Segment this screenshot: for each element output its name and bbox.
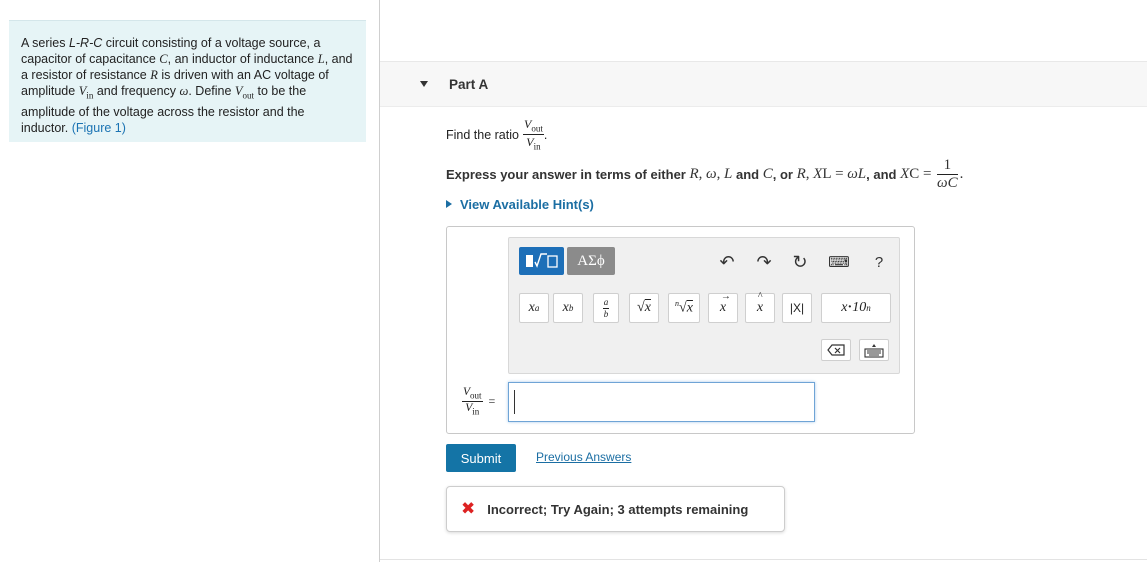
submit-button[interactable]: Submit xyxy=(446,444,516,472)
greek-symbols-button[interactable]: ΑΣϕ xyxy=(567,247,615,275)
view-hints-link[interactable]: View Available Hint(s) xyxy=(446,197,594,212)
figure-link[interactable]: (Figure 1) xyxy=(72,121,126,135)
undo-icon[interactable]: ↶ xyxy=(717,252,737,272)
symbol-r: R xyxy=(150,68,158,82)
symbol-xl: X xyxy=(813,166,823,182)
comma: , xyxy=(805,166,810,182)
question-prompt: Find the ratio Vout Vin . xyxy=(446,118,547,152)
numerator: 1 xyxy=(937,158,958,175)
backspace-icon xyxy=(827,344,845,356)
comma: , xyxy=(716,166,721,182)
subscript-out: out xyxy=(470,390,482,401)
comma: , xyxy=(698,166,703,182)
redo-icon[interactable]: ↷ xyxy=(754,252,774,272)
templates-button[interactable] xyxy=(519,247,564,275)
subscript-l: L xyxy=(822,166,832,182)
unit-vector-button[interactable]: x ^ xyxy=(745,291,775,323)
intro-text: A series xyxy=(21,36,69,50)
period: . xyxy=(543,127,548,142)
vector-button[interactable]: x → xyxy=(708,291,738,323)
keyboard-shortcuts-icon[interactable]: ⌨ xyxy=(828,252,850,272)
period: . xyxy=(959,166,964,182)
symbol-omega: ω xyxy=(706,166,717,182)
instruction-text: and xyxy=(735,167,760,182)
part-title: Part A xyxy=(449,77,489,92)
hints-label: View Available Hint(s) xyxy=(460,197,594,212)
answer-box: ΑΣϕ ↶ ↷ ↻ ⌨ ? xa xb ab √x n√x x → x ^ |X| … xyxy=(446,226,915,434)
intro-text: . Define xyxy=(188,84,235,98)
feedback-text: Incorrect; Try Again; 3 attempts remaini… xyxy=(487,501,749,517)
symbol-r: R xyxy=(796,166,806,182)
subscript-c: C xyxy=(909,166,920,182)
bottom-divider xyxy=(380,559,1147,560)
answer-instructions: Express your answer in terms of either R… xyxy=(446,158,963,191)
circuit-type: L-R-C xyxy=(68,36,103,50)
templates-icon xyxy=(525,253,558,268)
equals: = xyxy=(488,394,496,409)
symbol-l: L xyxy=(317,52,325,66)
feedback-message: ✖ Incorrect; Try Again; 3 attempts remai… xyxy=(446,486,785,532)
symbol-c: C xyxy=(762,166,773,182)
answer-input[interactable] xyxy=(508,382,815,422)
answer-lhs: Vout Vin = xyxy=(462,386,496,417)
subscript-out: out xyxy=(242,90,255,101)
intro-text: , an inductor of inductance xyxy=(167,52,318,66)
previous-answers-link[interactable]: Previous Answers xyxy=(536,450,631,464)
scientific-notation-button[interactable]: x · 10 n xyxy=(821,293,891,323)
absolute-value-button[interactable]: |X| xyxy=(782,293,812,323)
incorrect-icon: ✖ xyxy=(461,499,476,519)
nth-root-button[interactable]: n√x xyxy=(668,293,700,323)
superscript-button[interactable]: xa xyxy=(519,293,549,323)
symbol-c: C xyxy=(159,52,168,66)
one-over-omega-c: 1 ωC xyxy=(937,158,958,191)
symbol-v: V xyxy=(463,386,471,398)
denominator: ωC xyxy=(937,175,958,191)
backspace-button[interactable] xyxy=(821,339,851,361)
equals: = xyxy=(922,166,932,182)
subscript-in: in xyxy=(472,406,480,417)
subscript-out: out xyxy=(531,123,543,134)
sqrt-button[interactable]: √x xyxy=(629,293,659,323)
expand-triangle-icon xyxy=(446,200,452,208)
problem-intro: A series L-R-C circuit consisting of a v… xyxy=(9,20,366,142)
reset-icon[interactable]: ↻ xyxy=(790,252,810,272)
keyboard-icon xyxy=(864,344,884,358)
virtual-keyboard-button[interactable] xyxy=(859,339,889,361)
intro-text: and frequency xyxy=(93,84,180,98)
text-cursor xyxy=(514,390,515,414)
ratio-fraction: Vout Vin xyxy=(522,118,544,152)
equals: = xyxy=(835,166,844,182)
symbol-xc: X xyxy=(900,166,910,182)
instruction-text: , and xyxy=(866,167,897,182)
fraction-button[interactable]: ab xyxy=(593,293,619,323)
symbol-v: V xyxy=(234,84,243,98)
math-toolbar: ΑΣϕ ↶ ↷ ↻ ⌨ ? xa xb ab √x n√x x → x ^ |X| … xyxy=(508,237,900,374)
find-label: Find the ratio xyxy=(446,127,519,142)
omega-l: ωL xyxy=(847,166,867,182)
instruction-text: , or xyxy=(772,167,793,182)
help-icon[interactable]: ? xyxy=(869,252,889,272)
instruction-text: Express your answer in terms of either xyxy=(446,167,686,182)
subscript-in: in xyxy=(533,141,541,152)
symbol-l: L xyxy=(724,166,733,182)
collapse-caret-icon[interactable] xyxy=(420,81,428,87)
lhs-fraction: Vout Vin xyxy=(462,386,483,417)
symbol-r: R xyxy=(689,166,699,182)
symbol-v: V xyxy=(526,135,534,150)
part-header[interactable]: Part A xyxy=(380,61,1147,107)
subscript-button[interactable]: xb xyxy=(553,293,583,323)
